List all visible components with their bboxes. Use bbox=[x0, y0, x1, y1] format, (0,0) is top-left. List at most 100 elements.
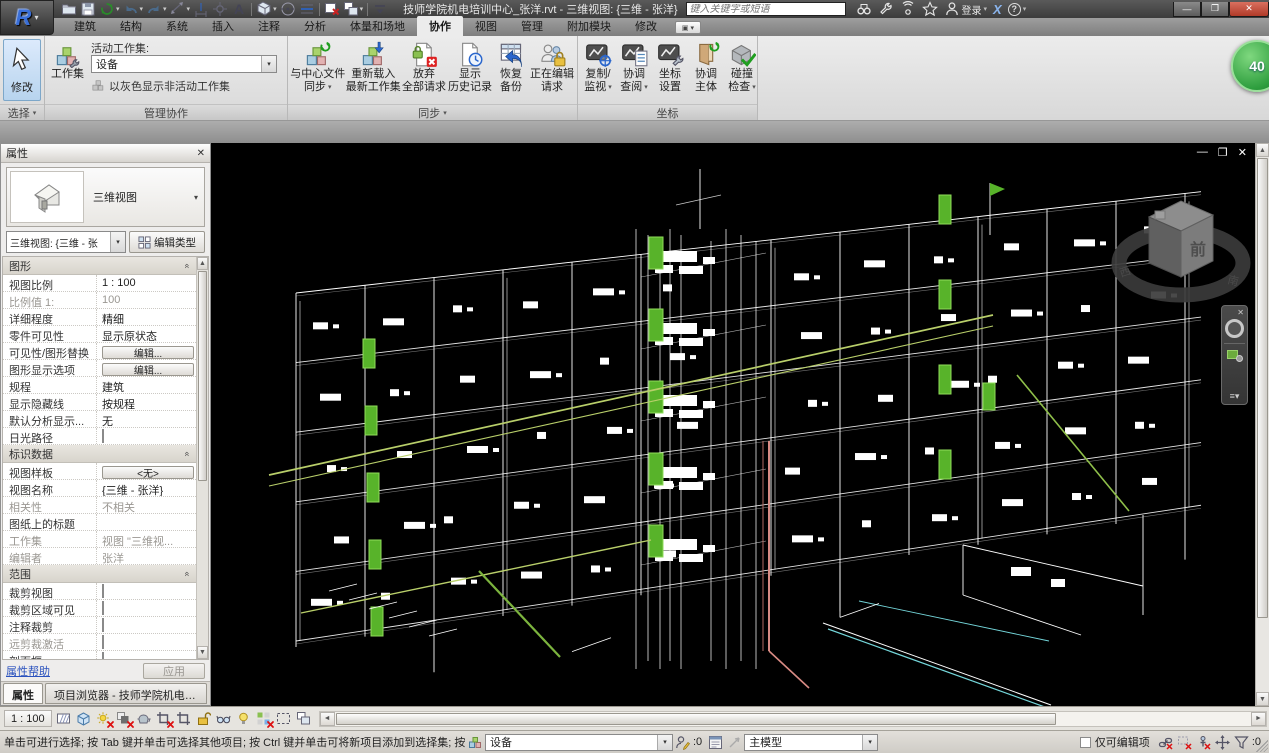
aligned-dimension-icon[interactable] bbox=[192, 1, 210, 17]
property-section-范围[interactable]: 范围« bbox=[3, 565, 196, 583]
ribbon-tab-建筑[interactable]: 建筑 bbox=[62, 16, 108, 36]
ribbon-tab-分析[interactable]: 分析 bbox=[292, 16, 338, 36]
edit-value-button[interactable]: 编辑... bbox=[102, 346, 194, 359]
shadows-off-icon[interactable] bbox=[115, 710, 133, 728]
design-option-dropdown[interactable]: 主模型 ▾ bbox=[744, 734, 878, 751]
temporary-hide-isolate-icon[interactable] bbox=[215, 710, 233, 728]
detail-level-icon[interactable] bbox=[55, 710, 73, 728]
coordinate-panel-label[interactable]: 坐标 bbox=[578, 104, 757, 120]
scroll-down-icon[interactable]: ▼ bbox=[1256, 692, 1269, 706]
scroll-down-icon[interactable]: ▼ bbox=[197, 646, 208, 659]
navbar-close-icon[interactable]: ✕ bbox=[1237, 308, 1244, 317]
save-icon[interactable] bbox=[79, 1, 97, 17]
reload-latest-button[interactable]: 重新载入最新工作集 bbox=[347, 39, 401, 96]
manage-collaboration-panel-label[interactable]: 管理协作 bbox=[45, 104, 287, 120]
edit-value-button[interactable]: 编辑... bbox=[102, 363, 194, 376]
drawing-area[interactable]: — ❐ ✕ 西南前 ✕ ≡▾ bbox=[211, 143, 1255, 706]
drag-on-selection-toggle-icon[interactable] bbox=[1215, 735, 1230, 750]
editing-requests-button[interactable]: 正在编辑请求 bbox=[530, 39, 574, 96]
edit-value-button[interactable]: <无> bbox=[102, 466, 194, 479]
checkbox-icon[interactable] bbox=[102, 584, 104, 598]
restore-backup-button[interactable]: 恢复备份 bbox=[494, 39, 528, 96]
open-icon[interactable] bbox=[60, 1, 78, 17]
measure-icon[interactable]: ▾ bbox=[169, 1, 192, 17]
ribbon-tab-修改[interactable]: 修改 bbox=[623, 16, 669, 36]
checkbox-icon[interactable] bbox=[102, 429, 104, 443]
show-crop-region-icon[interactable] bbox=[175, 710, 193, 728]
status-workset-dropdown[interactable]: 设备 ▾ bbox=[485, 734, 673, 751]
coordination-review-button[interactable]: 协调查阅▾ bbox=[617, 39, 651, 96]
scroll-right-icon[interactable]: ► bbox=[1251, 712, 1266, 726]
synchronize-with-central-button[interactable]: 与中心文件同步▾ bbox=[291, 39, 345, 96]
coordination-host-button[interactable]: 协调主体 bbox=[689, 39, 723, 96]
subscription-center-icon[interactable] bbox=[878, 1, 894, 17]
worksets-button[interactable]: 工作集 bbox=[48, 39, 87, 83]
ribbon-tab-附加模块[interactable]: 附加模块 bbox=[555, 16, 623, 36]
customize-qat-icon[interactable] bbox=[371, 1, 389, 17]
close-properties-icon[interactable]: ✕ bbox=[197, 148, 205, 159]
search-input[interactable] bbox=[687, 4, 845, 15]
navbar-menu-icon[interactable]: ≡▾ bbox=[1230, 391, 1240, 402]
scroll-left-icon[interactable]: ◄ bbox=[320, 712, 335, 726]
search-icon[interactable] bbox=[856, 1, 872, 17]
text-icon[interactable]: A bbox=[230, 1, 248, 17]
select-panel-label[interactable]: 选择▾ bbox=[0, 104, 44, 120]
show-rendering-dialog-icon[interactable] bbox=[135, 710, 153, 728]
scroll-up-icon[interactable]: ▲ bbox=[197, 257, 208, 270]
application-menu-button[interactable]: R ▾ bbox=[0, 0, 54, 35]
coordination-settings-button[interactable]: 坐标设置 bbox=[653, 39, 687, 96]
checkbox-icon[interactable] bbox=[102, 635, 104, 649]
zoom-tool-icon[interactable] bbox=[1227, 349, 1243, 362]
tab-properties[interactable]: 属性 bbox=[3, 683, 43, 704]
ribbon-tab-插入[interactable]: 插入 bbox=[200, 16, 246, 36]
property-section-标识数据[interactable]: 标识数据« bbox=[3, 445, 196, 463]
edit-type-button[interactable]: 编辑类型 bbox=[129, 231, 205, 253]
checkbox-icon[interactable] bbox=[102, 618, 104, 632]
instance-selector-dropdown[interactable]: 三维视图: {三维 - 张 ▾ bbox=[6, 231, 126, 253]
worksharing-display-off-icon[interactable] bbox=[255, 710, 273, 728]
editable-only-checkbox[interactable]: 仅可编辑项 bbox=[1080, 734, 1150, 750]
scroll-up-icon[interactable]: ▲ bbox=[1256, 143, 1269, 157]
viewcube[interactable]: 西南前 bbox=[1109, 181, 1254, 316]
close-inactive-windows-icon[interactable] bbox=[323, 1, 341, 17]
communication-center-icon[interactable] bbox=[900, 1, 916, 17]
worksets-status-icon[interactable] bbox=[468, 735, 483, 750]
view-minimize-icon[interactable]: — bbox=[1197, 146, 1208, 159]
minimize-button[interactable]: — bbox=[1173, 2, 1201, 17]
select-links-toggle-icon[interactable] bbox=[1158, 735, 1173, 750]
editing-requests-status-icon[interactable] bbox=[675, 735, 690, 750]
active-workset-dropdown[interactable]: 设备 ▾ bbox=[91, 55, 277, 73]
apply-button[interactable]: 应用 bbox=[143, 663, 205, 679]
view-close-icon[interactable]: ✕ bbox=[1238, 146, 1247, 159]
scrollbar-thumb[interactable] bbox=[336, 713, 1056, 725]
horizontal-scrollbar[interactable]: ◄ ► bbox=[319, 711, 1267, 727]
resize-grip[interactable] bbox=[1256, 740, 1268, 752]
type-selector[interactable]: 三维视图 ▾ bbox=[6, 167, 205, 227]
modify-button[interactable]: 修改 bbox=[3, 39, 41, 101]
ribbon-tab-系统[interactable]: 系统 bbox=[154, 16, 200, 36]
switch-windows-icon[interactable]: ▾ bbox=[342, 1, 365, 17]
view-restore-icon[interactable]: ❐ bbox=[1218, 146, 1228, 159]
relinquish-all-button[interactable]: 放弃全部请求 bbox=[402, 39, 446, 96]
reveal-hidden-elements-icon[interactable] bbox=[235, 710, 253, 728]
3d-view-model[interactable] bbox=[211, 143, 1255, 706]
synchronize-panel-label[interactable]: 同步▾ bbox=[288, 104, 577, 120]
copy-monitor-button[interactable]: 复制/监视▾ bbox=[581, 39, 615, 96]
collapse-section-icon[interactable]: « bbox=[182, 571, 192, 576]
temporary-view-properties-icon[interactable] bbox=[275, 710, 293, 728]
sign-in-button[interactable]: 登录▾ bbox=[944, 1, 988, 17]
ribbon-tab-结构[interactable]: 结构 bbox=[108, 16, 154, 36]
collapse-section-icon[interactable]: « bbox=[182, 263, 192, 268]
ribbon-tab-视图[interactable]: 视图 bbox=[463, 16, 509, 36]
visual-style-icon[interactable] bbox=[75, 710, 93, 728]
collapse-section-icon[interactable]: « bbox=[182, 451, 192, 456]
vertical-scrollbar[interactable]: ▲ ▼ bbox=[1255, 143, 1269, 706]
section-icon[interactable] bbox=[279, 1, 297, 17]
exchange-apps-icon[interactable]: X bbox=[993, 2, 1002, 17]
properties-scrollbar[interactable]: ▲ ▼ bbox=[196, 257, 208, 659]
close-button[interactable]: ✕ bbox=[1229, 2, 1269, 17]
exclude-options-toggle-icon[interactable] bbox=[727, 735, 742, 750]
sync-with-central-icon[interactable]: ▾ bbox=[98, 1, 121, 17]
help-icon[interactable]: ?▾ bbox=[1008, 3, 1027, 16]
default-3d-view-icon[interactable]: ▾ bbox=[255, 1, 278, 17]
